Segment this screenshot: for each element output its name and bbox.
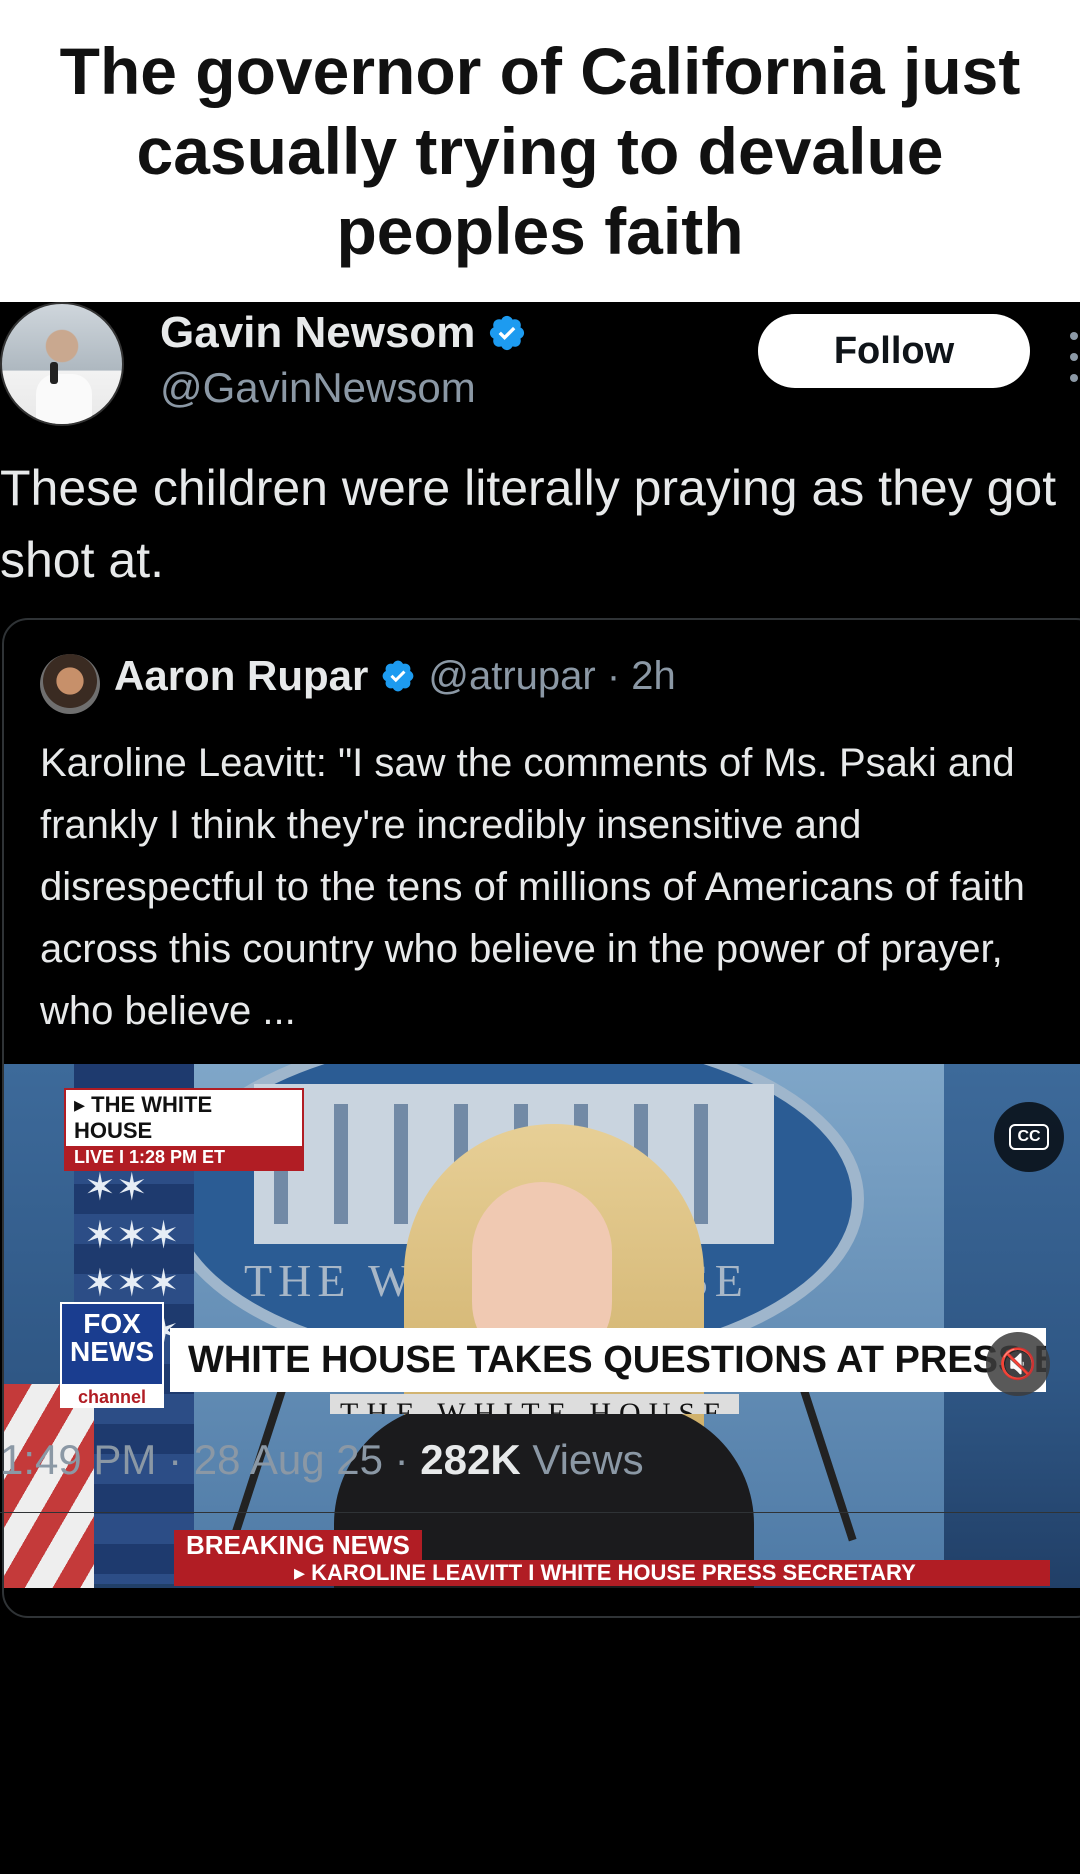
quoted-display-name[interactable]: Aaron Rupar: [114, 652, 368, 700]
quoted-handle-time[interactable]: @atrupar · 2h: [428, 654, 675, 699]
follow-button[interactable]: Follow: [758, 314, 1030, 388]
logo-mid: NEWS: [70, 1336, 154, 1367]
quoted-author-avatar[interactable]: [40, 654, 100, 714]
fox-news-logo-channel: channel: [60, 1386, 164, 1408]
chyron-name-strip: ▸ KAROLINE LEAVITT I WHITE HOUSE PRESS S…: [174, 1560, 1050, 1586]
logo-top: FOX: [83, 1308, 141, 1339]
meme-caption: The governor of California just casually…: [0, 0, 1080, 302]
breaking-news-label: BREAKING NEWS: [174, 1530, 422, 1560]
live-bug: ▸ THE WHITE HOUSE LIVE I 1:28 PM ET: [64, 1088, 304, 1171]
tweet-time[interactable]: 1:49 PM: [0, 1436, 156, 1483]
stats-separator: ·: [382, 1436, 421, 1483]
stats-separator: ·: [156, 1436, 194, 1483]
quoted-text: Karoline Leavitt: "I saw the comments of…: [40, 741, 1025, 1033]
author-name-row: Gavin Newsom: [160, 308, 527, 358]
tweet-date[interactable]: 28 Aug 25: [194, 1436, 383, 1483]
more-icon[interactable]: [1070, 332, 1080, 382]
mute-icon[interactable]: 🔇: [986, 1332, 1050, 1396]
tweet-stats: 1:49 PM · 28 Aug 25 · 282K Views: [0, 1436, 644, 1484]
quoted-author-row: Aaron Rupar @atrupar · 2h: [114, 652, 676, 700]
cc-label: CC: [1009, 1124, 1049, 1150]
author-handle[interactable]: @GavinNewsom: [160, 364, 476, 412]
fox-news-logo: FOX NEWS: [60, 1302, 164, 1386]
live-bug-title: ▸ THE WHITE HOUSE: [74, 1092, 213, 1143]
caption-text: The governor of California just casually…: [59, 34, 1021, 268]
verified-badge-icon: [382, 660, 414, 692]
chyron-footer-text: THE WHITE HOUSE: [330, 1394, 740, 1414]
closed-captions-icon[interactable]: CC: [994, 1102, 1064, 1172]
chyron-headline: WHITE HOUSE TAKES QUESTIONS AT PRESS BRI…: [170, 1328, 1046, 1392]
video-player[interactable]: THE WH USE ✶✶✶✶✶✶✶✶✶✶✶✶✶ ▸ THE WHITE HOU…: [4, 1064, 1080, 1588]
views-count: 282K: [420, 1436, 521, 1483]
author-display-name[interactable]: Gavin Newsom: [160, 308, 475, 358]
tweet[interactable]: Gavin Newsom @GavinNewsom Follow These c…: [0, 302, 1080, 1874]
live-bug-time: LIVE I 1:28 PM ET: [66, 1146, 302, 1169]
divider: [0, 1512, 1080, 1513]
author-avatar[interactable]: [0, 302, 124, 426]
verified-badge-icon: [490, 315, 525, 351]
views-label: Views: [520, 1436, 644, 1483]
tweet-text: These children were literally praying as…: [0, 460, 1057, 588]
